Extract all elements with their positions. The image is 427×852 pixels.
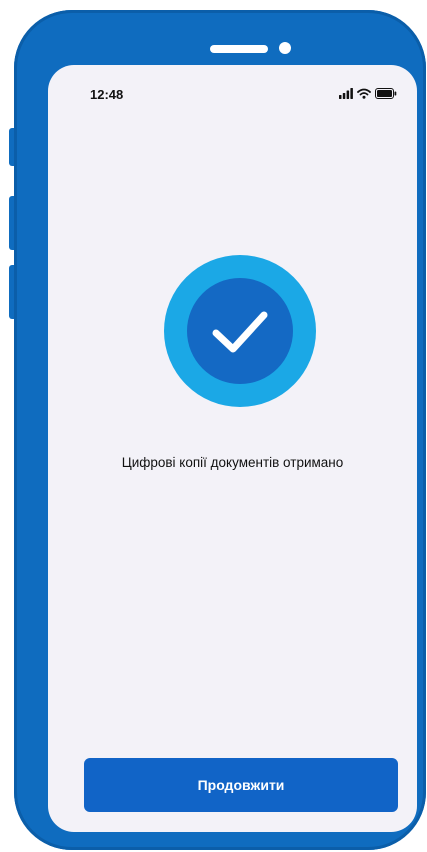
continue-button[interactable]: Продовжити [84,758,398,812]
status-icons [339,87,397,99]
speaker-grille [210,45,268,53]
wifi-icon [357,88,371,99]
success-checkmark-icon [164,255,316,407]
front-camera [279,42,291,54]
signal-icon [339,87,353,99]
status-time: 12:48 [90,87,124,102]
battery-icon [375,87,397,99]
device-body: 12:48 Цифрові копії документів отримано … [14,10,426,850]
phone-screen: 12:48 Цифрові копії документів отримано … [48,65,417,832]
success-message: Цифрові копії документів отримано [121,455,344,470]
